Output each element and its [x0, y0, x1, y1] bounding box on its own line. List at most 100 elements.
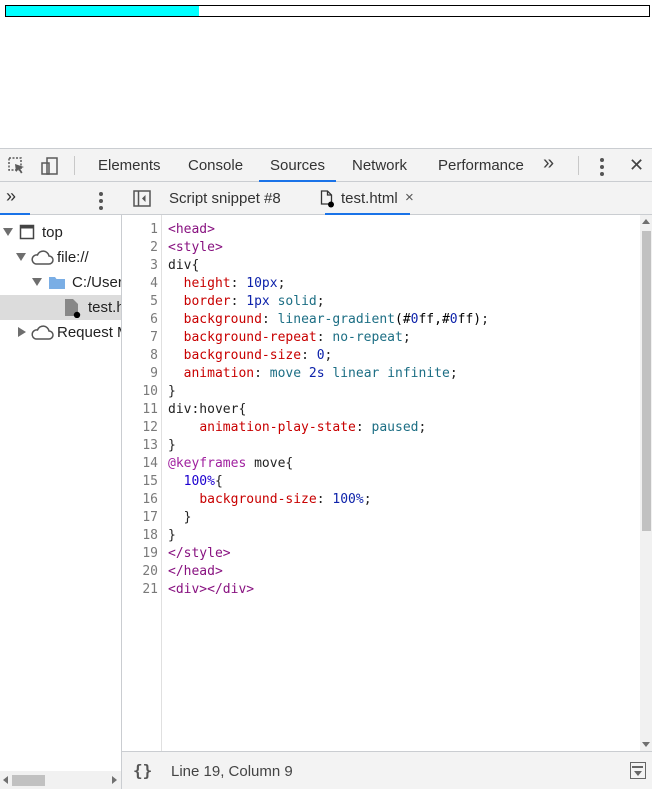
- code-text: div{: [168, 258, 200, 273]
- code-text: height: 10px;: [183, 276, 286, 291]
- editor-tab-strip: Script snippet #8 test.html ×: [122, 182, 652, 215]
- scroll-up-arrow-icon[interactable]: [642, 219, 650, 224]
- line-number: 1: [150, 222, 158, 237]
- scroll-right-arrow-icon[interactable]: [112, 776, 117, 784]
- tree-item-request-mocks[interactable]: Request Mocks: [0, 320, 121, 345]
- line-number: 17: [142, 510, 158, 525]
- source-editor: Script snippet #8 test.html × 1 <head> 2 <s…: [122, 182, 652, 789]
- line-number: 12: [142, 420, 158, 435]
- show-debugger-icon[interactable]: [630, 762, 646, 779]
- more-navigator-tabs-button[interactable]: »: [6, 186, 16, 207]
- line-number: 15: [142, 474, 158, 489]
- cloud-icon: [30, 250, 54, 270]
- tree-item-test-html[interactable]: test.html: [0, 295, 121, 320]
- line-number: 16: [142, 492, 158, 507]
- line-number: 2: [150, 240, 158, 255]
- code-text: background-size: 100%;: [199, 492, 372, 507]
- scroll-left-arrow-icon[interactable]: [3, 776, 8, 784]
- expand-arrow-icon[interactable]: [16, 253, 26, 261]
- code-text: }: [168, 384, 176, 399]
- progress-bar-fill: [6, 6, 199, 16]
- navigator-tab-indicator: [0, 213, 30, 215]
- tree-item-label: top: [42, 224, 63, 241]
- toolbar-divider: [74, 156, 75, 175]
- inspected-page: [0, 0, 652, 148]
- tree-item-label: test.html: [88, 299, 121, 316]
- scrollbar-thumb[interactable]: [642, 231, 651, 531]
- line-number: 20: [142, 564, 158, 579]
- code-text: animation-play-state: paused;: [199, 420, 427, 435]
- navigator-horizontal-scrollbar[interactable]: [0, 771, 121, 789]
- tab-performance[interactable]: Performance: [437, 149, 525, 182]
- code-editor[interactable]: 1 <head> 2 <style> 3 div{ 4 height: 10px; 5 bor…: [122, 215, 652, 751]
- line-number: 7: [150, 330, 158, 345]
- tab-network[interactable]: Network: [351, 149, 408, 182]
- code-text: </style>: [168, 546, 231, 561]
- code-text: <style>: [168, 240, 223, 255]
- scrollbar-thumb[interactable]: [12, 775, 45, 786]
- file-modified-icon: [320, 190, 334, 213]
- navigator-menu-icon[interactable]: [99, 192, 103, 213]
- toggle-navigator-icon[interactable]: [133, 190, 151, 212]
- code-text: </head>: [168, 564, 223, 579]
- tree-item-folder[interactable]: C:/Users: [0, 270, 121, 295]
- collapse-arrow-icon[interactable]: [18, 327, 26, 337]
- customize-menu-icon[interactable]: [600, 158, 604, 179]
- close-devtools-button[interactable]: ✕: [628, 149, 645, 182]
- close-tab-button[interactable]: ×: [405, 182, 414, 215]
- pretty-print-button[interactable]: {}: [133, 761, 152, 780]
- line-number: 6: [150, 312, 158, 327]
- line-number: 3: [150, 258, 158, 273]
- line-number: 19: [142, 546, 158, 561]
- editor-tab-test-html[interactable]: test.html: [325, 182, 410, 215]
- tab-console[interactable]: Console: [187, 149, 244, 182]
- code-text: <div></div>: [168, 582, 255, 597]
- line-number: 11: [142, 402, 158, 417]
- tree-item-file-protocol[interactable]: file://: [0, 245, 121, 270]
- line-number: 13: [142, 438, 158, 453]
- scroll-down-arrow-icon[interactable]: [642, 742, 650, 747]
- code-text: div:hover{: [168, 402, 247, 417]
- device-toolbar-icon[interactable]: [38, 155, 60, 177]
- editor-tab-script-snippet[interactable]: Script snippet #8: [169, 182, 281, 215]
- animated-progress-bar[interactable]: [5, 5, 650, 17]
- cursor-position: Line 19, Column 9: [171, 763, 293, 780]
- line-number: 21: [142, 582, 158, 597]
- line-number: 10: [142, 384, 158, 399]
- editor-vertical-scrollbar[interactable]: [640, 215, 652, 751]
- line-number: 4: [150, 276, 158, 291]
- code-text: }: [168, 438, 176, 453]
- expand-arrow-icon[interactable]: [3, 228, 13, 236]
- tab-elements[interactable]: Elements: [97, 149, 162, 182]
- tree-item-top[interactable]: top: [0, 220, 121, 245]
- devtools-panel: Elements Console Sources Network Perform…: [0, 148, 652, 789]
- more-tabs-button[interactable]: »: [543, 152, 554, 175]
- inspect-element-icon[interactable]: [6, 155, 28, 177]
- devtools-toolbar: Elements Console Sources Network Perform…: [0, 149, 652, 182]
- line-number: 18: [142, 528, 158, 543]
- line-number: 9: [150, 366, 158, 381]
- tab-sources[interactable]: Sources: [258, 149, 337, 182]
- code-text: @keyframes move{: [168, 456, 294, 471]
- folder-icon: [48, 275, 66, 294]
- editor-status-bar: {} Line 19, Column 9: [122, 751, 652, 789]
- line-number: 14: [142, 456, 158, 471]
- line-number: 8: [150, 348, 158, 363]
- line-number: 5: [150, 294, 158, 309]
- code-text: background-repeat: no-repeat;: [183, 330, 411, 345]
- expand-arrow-icon[interactable]: [32, 278, 42, 286]
- toolbar-divider: [578, 156, 579, 175]
- code-text: <head>: [168, 222, 215, 237]
- tree-item-label: C:/Users: [72, 274, 121, 291]
- code-text: background: linear-gradient(#0ff,#0ff);: [183, 312, 489, 327]
- code-text: 100%{: [183, 474, 223, 489]
- code-text: background-size: 0;: [183, 348, 333, 363]
- code-text: border: 1px solid;: [183, 294, 325, 309]
- tree-item-label: file://: [57, 249, 89, 266]
- code-text: }: [168, 528, 176, 543]
- tree-item-label: Request Mocks: [57, 324, 121, 341]
- file-navigator: » top file:// C:/Users: [0, 182, 122, 789]
- file-icon: [63, 298, 81, 320]
- code-text: animation: move 2s linear infinite;: [183, 366, 458, 381]
- code-text: }: [168, 510, 192, 525]
